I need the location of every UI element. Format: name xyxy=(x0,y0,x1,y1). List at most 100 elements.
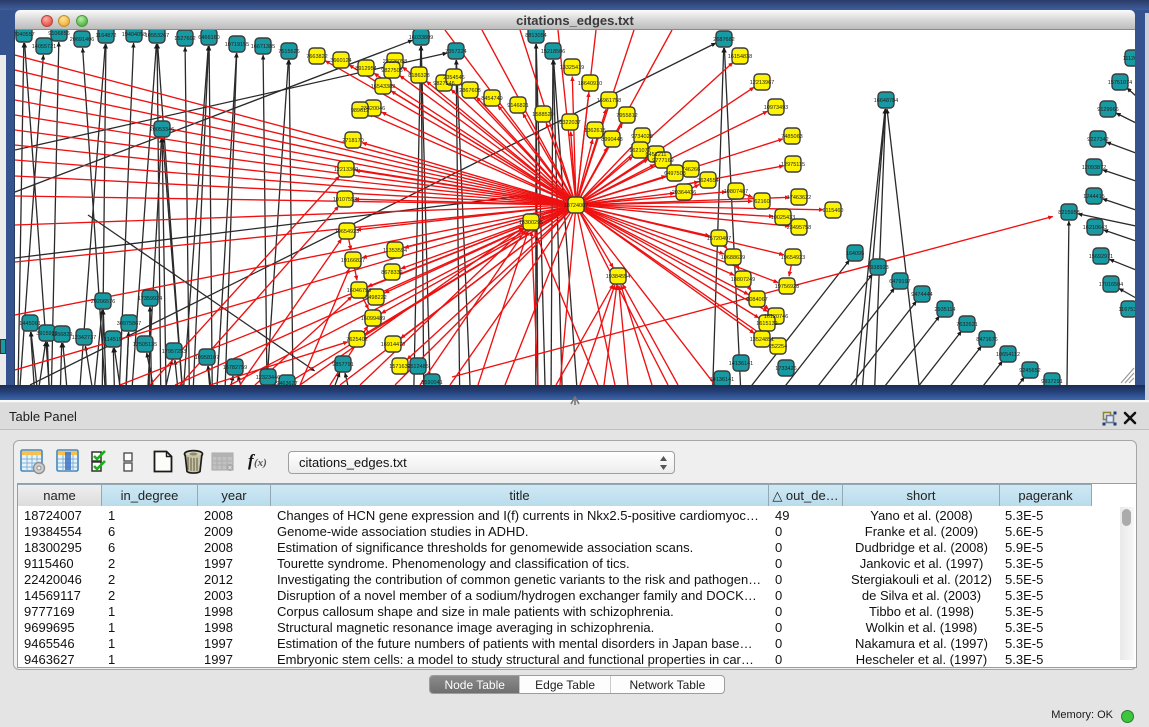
svg-text:19384554: 19384554 xyxy=(606,274,630,280)
svg-text:1112021: 1112021 xyxy=(1123,56,1135,62)
svg-text:19404058: 19404058 xyxy=(122,32,146,38)
svg-text:12093872: 12093872 xyxy=(1082,165,1106,171)
svg-text:746266: 746266 xyxy=(682,167,700,173)
svg-text:1167533: 1167533 xyxy=(1118,307,1135,313)
svg-text:10688639: 10688639 xyxy=(721,255,745,261)
svg-text:16782759: 16782759 xyxy=(223,365,247,371)
svg-text:13524851: 13524851 xyxy=(750,337,774,343)
svg-text:16914479: 16914479 xyxy=(381,342,405,348)
svg-text:7632621: 7632621 xyxy=(956,322,977,328)
svg-text:8322037: 8322037 xyxy=(559,120,580,126)
svg-text:16033809: 16033809 xyxy=(409,35,433,41)
svg-text:7485063: 7485063 xyxy=(781,134,802,140)
svg-text:2687682: 2687682 xyxy=(713,37,734,43)
svg-text:18640910: 18640910 xyxy=(578,81,602,87)
svg-text:20053346: 20053346 xyxy=(150,127,174,133)
svg-text:17016504: 17016504 xyxy=(1099,282,1123,288)
svg-text:2935114: 2935114 xyxy=(934,307,955,313)
svg-text:3660124: 3660124 xyxy=(330,58,351,64)
svg-text:10807487: 10807487 xyxy=(724,189,748,195)
svg-text:9827546: 9827546 xyxy=(433,81,454,87)
svg-text:17957253: 17957253 xyxy=(162,349,186,355)
svg-text:16210643: 16210643 xyxy=(1083,225,1107,231)
svg-text:8454749: 8454749 xyxy=(481,96,502,102)
svg-text:16648784: 16648784 xyxy=(874,98,898,104)
svg-text:9146821: 9146821 xyxy=(507,103,528,109)
svg-text:16154838: 16154838 xyxy=(728,54,752,60)
svg-text:15692971: 15692971 xyxy=(1089,254,1113,260)
svg-text:8990448: 8990448 xyxy=(601,137,622,143)
svg-text:17359924: 17359924 xyxy=(138,296,162,302)
svg-text:15218506: 15218506 xyxy=(541,49,565,55)
svg-text:9084067: 9084067 xyxy=(746,297,767,303)
svg-text:1615132: 1615132 xyxy=(756,321,777,327)
svg-text:7663822: 7663822 xyxy=(306,54,327,60)
svg-text:10553267: 10553267 xyxy=(145,33,169,39)
svg-text:9129966: 9129966 xyxy=(1097,107,1118,113)
svg-text:1156829: 1156829 xyxy=(51,332,72,338)
svg-text:7515526: 7515526 xyxy=(278,49,299,55)
svg-text:9463627: 9463627 xyxy=(276,381,297,385)
svg-text:8590041: 8590041 xyxy=(421,380,442,385)
svg-text:15720407: 15720407 xyxy=(707,236,731,242)
svg-text:9777169: 9777169 xyxy=(652,158,673,164)
svg-text:1445061: 1445061 xyxy=(19,321,40,327)
svg-text:8215958: 8215958 xyxy=(1058,210,1079,216)
svg-text:989612: 989612 xyxy=(351,108,369,114)
svg-text:8912954: 8912954 xyxy=(355,66,376,72)
svg-text:1588520: 1588520 xyxy=(532,112,553,118)
svg-text:18807249: 18807249 xyxy=(731,277,755,283)
svg-text:16961758: 16961758 xyxy=(597,98,621,104)
svg-text:9827508: 9827508 xyxy=(381,68,402,74)
svg-text:15751074: 15751074 xyxy=(1108,80,1132,86)
svg-text:12975115: 12975115 xyxy=(781,162,805,168)
svg-text:20364436: 20364436 xyxy=(672,190,696,196)
svg-text:6466160: 6466160 xyxy=(198,35,219,41)
svg-text:9474444: 9474444 xyxy=(911,292,932,298)
svg-text:8813054: 8813054 xyxy=(525,33,546,39)
svg-text:9937291: 9937291 xyxy=(1041,379,1062,385)
svg-text:252254: 252254 xyxy=(769,344,787,350)
svg-text:16671385: 16671385 xyxy=(251,44,275,50)
svg-text:10719155: 10719155 xyxy=(225,42,249,48)
svg-text:19166827: 19166827 xyxy=(341,258,365,264)
svg-text:9734028: 9734028 xyxy=(631,134,652,140)
svg-text:62160: 62160 xyxy=(754,199,769,205)
svg-text:23495758: 23495758 xyxy=(787,225,811,231)
svg-text:10025433: 10025433 xyxy=(771,215,795,221)
svg-text:164095: 164095 xyxy=(846,251,864,257)
svg-text:9857791: 9857791 xyxy=(332,362,353,368)
svg-text:19654923: 19654923 xyxy=(335,229,359,235)
svg-text:17463622: 17463622 xyxy=(787,195,811,201)
svg-text:1733426: 1733426 xyxy=(775,366,796,372)
svg-text:14055721: 14055721 xyxy=(32,44,56,50)
svg-text:16099489: 16099489 xyxy=(361,316,385,322)
svg-text:5938923: 5938923 xyxy=(867,265,888,271)
svg-text:19654923: 19654923 xyxy=(781,255,805,261)
svg-text:12505135: 12505135 xyxy=(133,342,157,348)
svg-text:9245652: 9245652 xyxy=(1019,368,1040,374)
svg-text:1362615: 1362615 xyxy=(584,128,605,134)
svg-text:12213369: 12213369 xyxy=(334,167,358,173)
svg-text:10107552: 10107552 xyxy=(333,197,357,203)
svg-text:18300295: 18300295 xyxy=(519,220,543,226)
svg-text:12342737: 12342737 xyxy=(72,335,96,341)
svg-text:14136141: 14136141 xyxy=(729,361,753,367)
svg-text:19756928: 19756928 xyxy=(775,284,799,290)
svg-text:1244415: 1244415 xyxy=(1083,194,1104,200)
svg-text:7955812: 7955812 xyxy=(616,113,637,119)
svg-text:10654112: 10654112 xyxy=(996,352,1020,358)
svg-text:20206576: 20206576 xyxy=(91,299,115,305)
svg-text:16120746: 16120746 xyxy=(764,314,788,320)
svg-text:6479197: 6479197 xyxy=(889,279,910,285)
svg-text:20691406: 20691406 xyxy=(70,37,94,43)
svg-text:(x): (x) xyxy=(254,457,267,469)
svg-text:9106856: 9106856 xyxy=(48,31,69,37)
svg-text:8678332: 8678332 xyxy=(381,270,402,276)
svg-text:8471676: 8471676 xyxy=(976,337,997,343)
svg-text:9498222: 9498222 xyxy=(365,295,386,301)
svg-text:16046798: 16046798 xyxy=(347,288,371,294)
svg-text:7625402: 7625402 xyxy=(346,337,367,343)
svg-text:18724007: 18724007 xyxy=(564,203,588,209)
svg-text:13325419: 13325419 xyxy=(560,65,584,71)
